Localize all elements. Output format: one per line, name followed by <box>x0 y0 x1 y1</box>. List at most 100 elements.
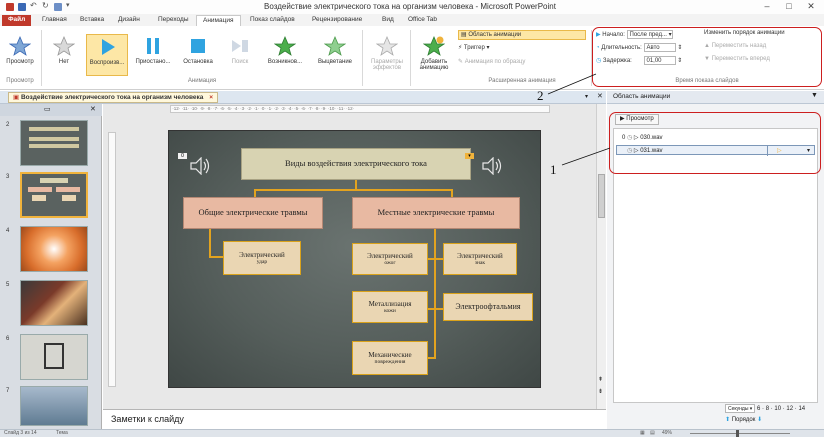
zoom-slider[interactable] <box>690 433 790 434</box>
qat-dropdown-icon[interactable]: ▾ <box>66 1 70 9</box>
scroll-prev-slide-icon[interactable]: ⇞ <box>598 376 603 383</box>
electric-burn-box[interactable]: Электрический ожог <box>352 243 428 275</box>
left-category-box[interactable]: Общие электрические травмы <box>183 197 323 229</box>
slide-thumbnail-5[interactable] <box>20 280 88 326</box>
tab-home[interactable]: Главная <box>36 15 73 26</box>
effect-seek-button[interactable]: Поиск <box>222 34 258 76</box>
box-subline: удар <box>256 258 268 265</box>
right-category-box[interactable]: Местные электрические травмы <box>352 197 520 229</box>
effect-stop-button[interactable]: Остановка <box>178 34 218 76</box>
tab-view[interactable]: Вид <box>376 15 400 26</box>
electric-shock-box[interactable]: Электрический удар <box>223 241 301 275</box>
skin-metallization-box[interactable]: Металлизация кожи <box>352 291 428 323</box>
effect-none-label: Нет <box>58 59 70 65</box>
editor-vertical-scrollbar[interactable]: ⇞ ⇟ <box>596 104 606 409</box>
notes-placeholder: Заметки к слайду <box>111 414 184 424</box>
effect-fade-label: Выцветание <box>317 59 353 65</box>
tab-file[interactable]: Файл <box>2 15 32 26</box>
animation-pane-label: Область анимации <box>468 32 522 38</box>
diagram-title[interactable]: Виды воздействия электрического тока <box>241 148 471 180</box>
mechanical-damage-box[interactable]: Механические повреждения <box>352 341 428 375</box>
connector-line <box>427 258 443 260</box>
document-tab-close-icon[interactable]: × <box>209 94 213 101</box>
status-theme: Тема <box>56 430 68 436</box>
effect-pause-button[interactable]: Приостано... <box>132 34 174 76</box>
tab-office-tab[interactable]: Office Tab <box>402 15 443 26</box>
document-tab-label: Воздействие электрического тока на орган… <box>20 94 204 101</box>
view-sorter-icon[interactable]: ▤ <box>650 430 655 436</box>
document-tab[interactable]: ▣ Воздействие электрического тока на орг… <box>8 92 219 103</box>
scale-tick: 14 <box>798 406 806 413</box>
tab-transitions[interactable]: Переходы <box>152 15 195 26</box>
add-animation-button[interactable]: Добавить анимацию <box>414 34 454 76</box>
slide-thumbnail-3[interactable] <box>20 172 88 218</box>
maximize-button[interactable]: □ <box>782 1 796 13</box>
tab-review[interactable]: Рецензирование <box>306 15 368 26</box>
connector-line <box>254 189 256 197</box>
box-subline: кожи <box>384 307 396 314</box>
horizontal-ruler: ·12· ·11· ·10· ·9· ·8· ·7· ·6· ·5· ·4· ·… <box>170 105 550 113</box>
slides-panel-close-icon[interactable]: ✕ <box>90 105 96 113</box>
callout-2-frame <box>592 27 822 87</box>
animation-painter-button[interactable]: ✎ Анимация по образцу <box>458 58 586 68</box>
slide-canvas[interactable]: Виды воздействия электрического тока Общ… <box>168 130 541 388</box>
title-bar: ↶ ↻ ▾ Воздействие электрического тока на… <box>0 0 824 14</box>
undo-icon[interactable]: ↶ <box>30 1 37 10</box>
tab-animations[interactable]: Анимация <box>196 15 241 26</box>
zoom-slider-thumb[interactable] <box>736 430 739 437</box>
slide-thumbnail-6[interactable] <box>20 334 88 380</box>
scale-tick: 8 <box>765 406 770 413</box>
reorder-controls: ⬆ Порядок ⬇ <box>725 416 762 423</box>
trigger-button[interactable]: ⚡ Триггер ▾ <box>458 44 586 54</box>
box-line: Электроофтальмия <box>455 302 521 312</box>
tab-insert[interactable]: Вставка <box>74 15 110 26</box>
save-icon[interactable] <box>18 3 26 11</box>
box-line: Электрический <box>239 250 285 259</box>
slide-thumbnail-2[interactable] <box>20 120 88 166</box>
effect-options-label-2: эффектов <box>372 65 402 71</box>
scroll-next-slide-icon[interactable]: ⇟ <box>598 388 603 395</box>
advanced-animation-group: ▤ Область анимации ⚡ Триггер ▾ ✎ Анимаци… <box>458 30 586 68</box>
stop-icon <box>191 39 205 53</box>
slides-panel-tabs: ▭ ✕ <box>0 104 102 116</box>
animation-pane-header: ▾ ✕ Область анимации ▼ <box>585 91 824 104</box>
minimize-button[interactable]: – <box>760 1 774 13</box>
tab-design[interactable]: Дизайн <box>112 15 146 26</box>
effect-stop-label: Остановка <box>183 59 213 65</box>
callout-number-2: 2 <box>537 88 544 103</box>
scroll-thumb[interactable] <box>598 174 605 218</box>
effect-appear-button[interactable]: Возникнов... <box>262 34 308 76</box>
speaker-icon[interactable] <box>189 157 211 175</box>
seconds-dropdown[interactable]: Секунды ▾ <box>725 404 756 413</box>
effect-none-button[interactable]: Нет <box>46 34 82 76</box>
slide-thumbnail-7[interactable] <box>20 386 88 426</box>
effect-fade-button[interactable]: Выцветание <box>312 34 358 76</box>
effect-options-button[interactable]: Параметры эффектов <box>366 34 408 76</box>
view-normal-icon[interactable]: ▦ <box>640 430 645 436</box>
add-animation-icon <box>423 36 445 56</box>
move-down-icon[interactable]: ⬇ <box>757 417 762 423</box>
move-up-icon[interactable]: ⬆ <box>725 417 730 423</box>
close-button[interactable]: ✕ <box>804 1 818 13</box>
slides-panel: ▭ ✕ 2 3 4 5 6 7 <box>0 104 102 429</box>
none-star-icon <box>53 36 75 56</box>
animation-pane-button[interactable]: ▤ Область анимации <box>458 30 586 40</box>
effect-play-button[interactable]: Воспроизв... <box>86 34 128 76</box>
redo-icon[interactable]: ↻ <box>42 1 49 10</box>
slides-tab-icon[interactable]: ▭ <box>44 105 51 113</box>
tab-slideshow[interactable]: Показ слайдов <box>244 15 301 26</box>
pane-options-icon[interactable]: ▼ <box>811 92 818 99</box>
window-title: Воздействие электрического тока на орган… <box>264 2 556 11</box>
slide-thumbnail-4[interactable] <box>20 226 88 272</box>
electroophthalmia-box[interactable]: Электроофтальмия <box>443 293 533 321</box>
preview-button[interactable]: Просмотр <box>2 34 38 76</box>
pane-close-icon[interactable]: ✕ <box>597 92 603 100</box>
slideshow-icon[interactable] <box>54 3 62 11</box>
ribbon-tabs: Файл Главная Вставка Дизайн Переходы Ани… <box>0 14 824 26</box>
notes-pane[interactable]: Заметки к слайду <box>103 409 606 429</box>
electric-mark-box[interactable]: Электрический знак <box>443 243 517 275</box>
animation-painter-label: Анимация по образцу <box>464 59 526 65</box>
pane-menu-icon[interactable]: ▾ <box>585 93 588 100</box>
connector-line <box>254 189 452 191</box>
speaker-icon[interactable] <box>481 157 503 175</box>
